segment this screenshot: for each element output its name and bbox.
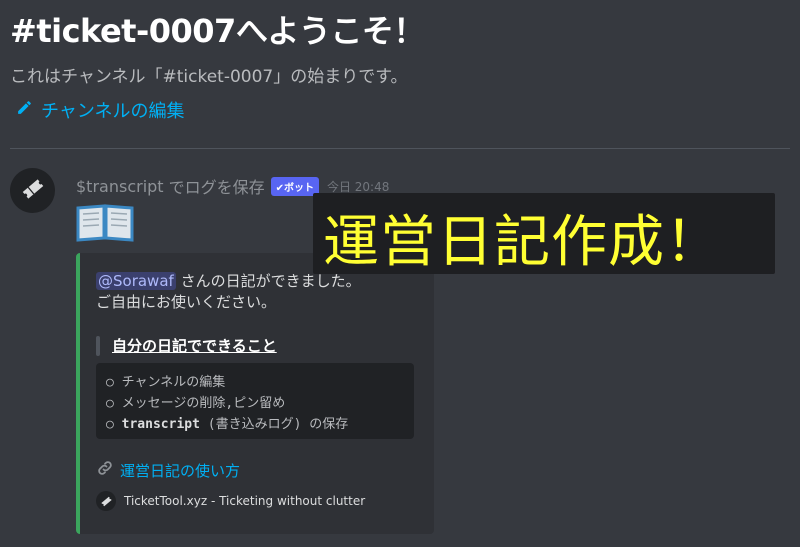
embed-footer: TicketTool.xyz - Ticketing without clutt… bbox=[96, 491, 365, 511]
bot-avatar[interactable] bbox=[10, 168, 55, 213]
bullet-marker: ○ bbox=[106, 417, 114, 432]
usage-guide-label: 運営日記の使い方 bbox=[120, 461, 241, 480]
section-heading: 自分の日記でできること bbox=[112, 337, 277, 355]
author-name[interactable]: $transcript bbox=[76, 177, 164, 196]
user-mention[interactable]: @Sorawaf bbox=[96, 272, 176, 290]
welcome-subtitle: これはチャンネル「#ticket-0007」の始まりです。 bbox=[10, 67, 408, 87]
open-book-icon bbox=[76, 202, 134, 242]
code-block: ○ チャンネルの編集 ○ メッセージの削除,ピン留め ○ transcript … bbox=[96, 363, 414, 439]
footer-text: TicketTool.xyz - Ticketing without clutt… bbox=[124, 494, 366, 508]
code-keyword: transcript bbox=[121, 417, 200, 432]
ticket-icon bbox=[96, 491, 116, 511]
bullet-marker: ○ bbox=[106, 375, 114, 390]
code-line-text: メッセージの削除,ピン留め bbox=[121, 396, 286, 411]
link-icon bbox=[96, 459, 114, 481]
divider bbox=[10, 148, 790, 149]
caption-overlay: 運営日記作成！ bbox=[313, 193, 775, 275]
usage-guide-link[interactable]: 運営日記の使い方 bbox=[96, 459, 240, 481]
bot-badge: ✔ボット bbox=[270, 176, 319, 196]
code-line-text: (書き込みログ) の保存 bbox=[207, 417, 349, 432]
code-line: ○ チャンネルの編集 bbox=[106, 371, 225, 390]
edit-channel-link[interactable]: チャンネルの編集 bbox=[16, 97, 184, 123]
edit-channel-label: チャンネルの編集 bbox=[41, 101, 185, 122]
ticket-icon bbox=[20, 176, 46, 206]
caption-text: 運営日記作成！ bbox=[323, 210, 722, 275]
code-line: ○ メッセージの削除,ピン留め bbox=[106, 392, 285, 411]
embed-description: @Sorawaf さんの日記ができました。 ご自由にお使いください。 bbox=[96, 271, 361, 313]
code-line: ○ transcript (書き込みログ) の保存 bbox=[106, 413, 348, 432]
code-line-text: チャンネルの編集 bbox=[121, 375, 226, 390]
embed-description-line2: ご自由にお使いください。 bbox=[96, 293, 277, 311]
quote-bar bbox=[96, 336, 100, 356]
welcome-title: #ticket-0007へようこそ！ bbox=[10, 12, 425, 50]
bullet-marker: ○ bbox=[106, 396, 114, 411]
message-embed: @Sorawaf さんの日記ができました。 ご自由にお使いください。 自分の日記… bbox=[76, 253, 434, 534]
author-suffix: でログを保存 bbox=[168, 178, 265, 197]
timestamp: 今日 20:48 bbox=[326, 179, 390, 194]
pencil-icon bbox=[16, 99, 33, 121]
